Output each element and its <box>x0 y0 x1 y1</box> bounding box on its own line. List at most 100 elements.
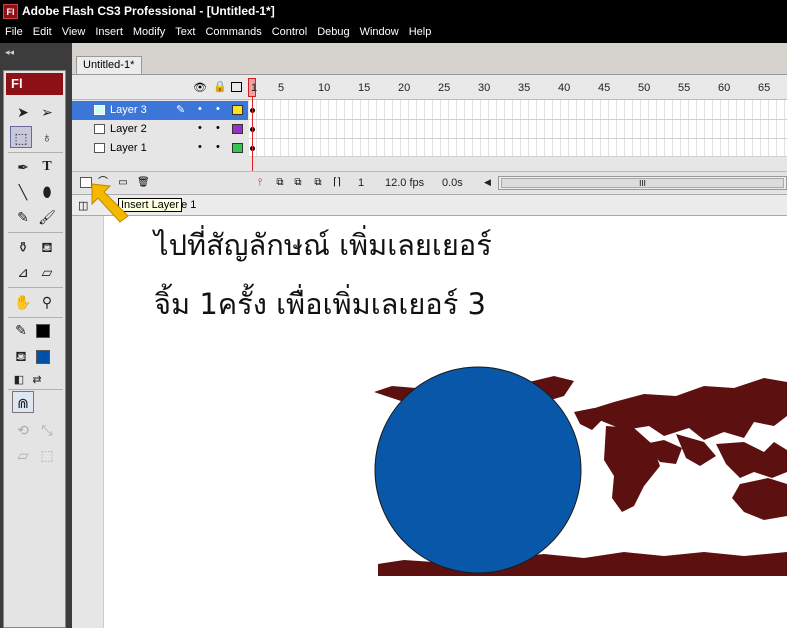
lock-icon[interactable]: 🔒 <box>213 80 227 93</box>
frame-number: 20 <box>398 82 411 94</box>
frame-number: 10 <box>318 82 331 94</box>
text-tool-icon[interactable]: T <box>36 156 58 178</box>
frame-rate: 12.0 fps <box>385 177 425 189</box>
stroke-color-swatch[interactable] <box>36 324 50 338</box>
layer-icon <box>94 124 105 134</box>
timeline-panel: 👁 🔒 1 5 10 15 20 25 30 35 40 45 50 55 60… <box>72 74 787 194</box>
lock-dot[interactable]: • <box>216 141 220 153</box>
menu-control[interactable]: Control <box>267 24 312 40</box>
frame-row-divider <box>249 138 787 139</box>
frame-number: 1 <box>251 82 258 94</box>
eyedropper-tool-icon[interactable]: ⊿ <box>12 261 34 283</box>
menu-view[interactable]: View <box>57 24 91 40</box>
envelope-icon: ⬚ <box>40 447 54 463</box>
fill-color-swatch[interactable] <box>36 350 50 364</box>
layer-name[interactable]: Layer 2 <box>110 123 147 135</box>
menu-window[interactable]: Window <box>355 24 404 40</box>
layer-name[interactable]: Layer 1 <box>110 142 147 154</box>
title-bar: Fl Adobe Flash CS3 Professional - [Untit… <box>0 0 787 24</box>
visibility-dot[interactable]: • <box>198 103 202 115</box>
instruction-line-1: ไปที่สัญลักษณ์ เพิ่มเลยเยอร์ <box>154 228 492 262</box>
ink-bottle-tool-icon[interactable]: ⚱ <box>12 236 34 258</box>
timeline-footer: ⌒ ▭ 🗑 ⫯ ⧉ ⧉ ⧉ ⌈⌉ 1 12.0 fps 0.0s ◀ III <box>72 171 787 193</box>
subselection-tool-icon[interactable]: ➢ <box>36 101 58 123</box>
visibility-dot[interactable]: • <box>198 141 202 153</box>
pen-tool-icon[interactable]: ✒ <box>12 156 34 178</box>
frame-row-divider <box>249 156 787 157</box>
outline-color-box[interactable] <box>232 143 243 153</box>
frame-number: 60 <box>718 82 731 94</box>
timeline-header: 👁 🔒 1 5 10 15 20 25 30 35 40 45 50 55 60… <box>72 75 787 100</box>
tools-divider <box>8 152 63 153</box>
menu-text[interactable]: Text <box>170 24 200 40</box>
stage-artwork <box>374 366 787 576</box>
current-frame: 1 <box>358 177 365 189</box>
lasso-tool-icon[interactable]: ♁ <box>36 126 58 148</box>
eraser-tool-icon[interactable]: ▱ <box>36 261 58 283</box>
frame-number: 30 <box>478 82 491 94</box>
hand-tool-icon[interactable]: ✋ <box>12 291 34 313</box>
scroll-left-icon[interactable]: ◀ <box>484 177 491 188</box>
free-transform-tool-icon[interactable]: ⬚ <box>10 126 32 148</box>
collapse-panel-icon[interactable]: ◂◂ <box>5 47 14 58</box>
layer-icon <box>94 143 105 153</box>
onion-skin-outlines-icon[interactable]: ⧉ <box>292 177 304 188</box>
brush-tool-icon[interactable]: 🖌 <box>36 206 58 228</box>
lock-dot[interactable]: • <box>216 103 220 115</box>
layer-row-3[interactable]: Layer 3 ✎ • • <box>72 101 248 120</box>
frame-number: 35 <box>518 82 531 94</box>
scroll-thumb[interactable]: III <box>501 178 784 188</box>
layer-name[interactable]: Layer 3 <box>110 104 147 116</box>
swap-colors-icon[interactable]: ⇄ <box>26 369 48 391</box>
back-icon[interactable]: ◫ <box>78 199 88 212</box>
center-frame-icon[interactable]: ⫯ <box>254 177 266 188</box>
eye-icon[interactable]: 👁 <box>193 81 207 94</box>
stage[interactable] <box>104 216 787 628</box>
document-tab[interactable]: Untitled-1* <box>76 56 142 74</box>
frame-number: 50 <box>638 82 651 94</box>
frame-number: 5 <box>278 82 285 94</box>
edit-multiple-frames-icon[interactable]: ⧉ <box>312 177 324 188</box>
flash-app-icon: Fl <box>3 4 18 19</box>
timeline-scrollbar[interactable]: III <box>498 176 787 190</box>
menu-modify[interactable]: Modify <box>128 24 170 40</box>
paint-bucket-tool-icon[interactable]: ⛾ <box>36 236 58 258</box>
visibility-dot[interactable]: • <box>198 122 202 134</box>
pasteboard-left <box>72 216 104 628</box>
layer-row-1[interactable]: Layer 1 • • <box>72 139 248 158</box>
selection-tool-icon[interactable]: ➤ <box>12 101 34 123</box>
modify-onion-markers-icon[interactable]: ⌈⌉ <box>331 177 343 188</box>
blue-circle[interactable] <box>374 366 582 574</box>
menu-insert[interactable]: Insert <box>90 24 128 40</box>
tools-divider <box>8 317 63 318</box>
frame-number: 55 <box>678 82 691 94</box>
frame-number: 45 <box>598 82 611 94</box>
delete-layer-icon[interactable]: 🗑 <box>137 177 150 188</box>
menu-help[interactable]: Help <box>404 24 437 40</box>
zoom-tool-icon[interactable]: ⚲ <box>36 291 58 313</box>
menu-file[interactable]: File <box>0 24 28 40</box>
menu-bar: File Edit View Insert Modify Text Commands Cont… <box>0 24 787 43</box>
rotate-skew-icon: ⟲ <box>17 422 29 438</box>
pencil-tool-icon[interactable]: ✎ <box>12 206 34 228</box>
snap-to-objects-icon[interactable]: ⋒ <box>12 391 34 413</box>
fill-bucket-icon: ⛾ <box>15 348 27 364</box>
outline-color-box[interactable] <box>232 105 243 115</box>
outline-icon[interactable] <box>231 82 242 92</box>
tools-divider <box>8 287 63 288</box>
menu-debug[interactable]: Debug <box>312 24 354 40</box>
scale-icon: ⤡ <box>41 422 53 438</box>
tools-divider <box>8 232 63 233</box>
lock-dot[interactable]: • <box>216 122 220 134</box>
line-tool-icon[interactable]: ╲ <box>12 181 34 203</box>
menu-commands[interactable]: Commands <box>200 24 266 40</box>
pencil-icon: ✎ <box>176 104 186 116</box>
outline-color-box[interactable] <box>232 124 243 134</box>
oval-tool-icon[interactable]: ⬮ <box>36 181 58 203</box>
frames-grid[interactable] <box>249 100 787 157</box>
frame-row-divider <box>249 119 787 120</box>
layer-row-2[interactable]: Layer 2 • • <box>72 120 248 139</box>
menu-edit[interactable]: Edit <box>28 24 57 40</box>
onion-skin-icon[interactable]: ⧉ <box>274 177 286 188</box>
frame-number: 65 <box>758 82 771 94</box>
